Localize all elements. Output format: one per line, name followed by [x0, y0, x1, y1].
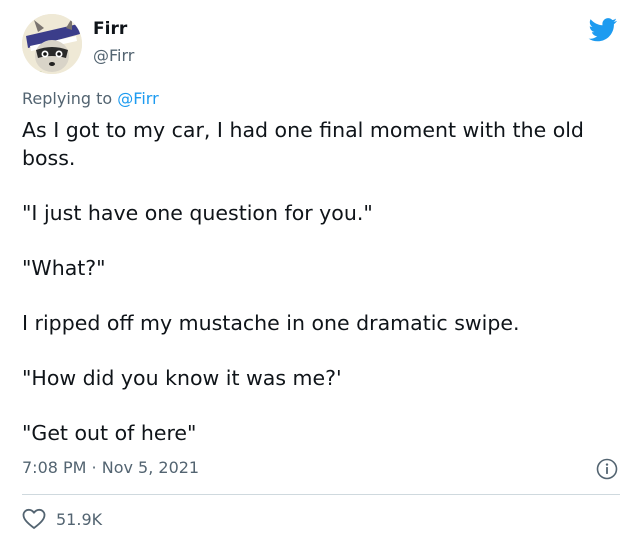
- like-button[interactable]: 51.9K: [22, 506, 102, 532]
- replying-to: Replying to @Firr: [22, 89, 159, 108]
- heart-icon: [22, 508, 46, 529]
- avatar[interactable]: [22, 14, 82, 74]
- replying-to-prefix: Replying to: [22, 89, 113, 108]
- tweet-body: As I got to my car, I had one final mome…: [22, 116, 620, 474]
- like-count: 51.9K: [56, 509, 103, 529]
- reply-mention-link[interactable]: @Firr: [117, 89, 158, 108]
- raccoon-avatar-icon: [22, 14, 82, 74]
- user-handle[interactable]: @Firr: [93, 46, 134, 65]
- tweet-paragraph: "How did you know it was me?': [22, 366, 342, 390]
- tweet-card: Firr @Firr Replying to @Firr As I got to…: [0, 0, 640, 542]
- tweet-timestamp[interactable]: 7:08 PM · Nov 5, 2021: [22, 458, 199, 477]
- divider: [22, 494, 620, 495]
- twitter-bird-icon[interactable]: [588, 18, 618, 42]
- display-name[interactable]: Firr: [93, 19, 127, 39]
- tweet-paragraph: "What?": [22, 256, 106, 280]
- tweet-paragraph: I ripped off my mustache in one dramatic…: [22, 311, 520, 335]
- tweet-paragraph: As I got to my car, I had one final mome…: [22, 118, 584, 170]
- info-icon[interactable]: [596, 458, 618, 480]
- tweet-paragraph: "Get out of here": [22, 421, 197, 445]
- tweet-paragraph: "I just have one question for you.": [22, 201, 373, 225]
